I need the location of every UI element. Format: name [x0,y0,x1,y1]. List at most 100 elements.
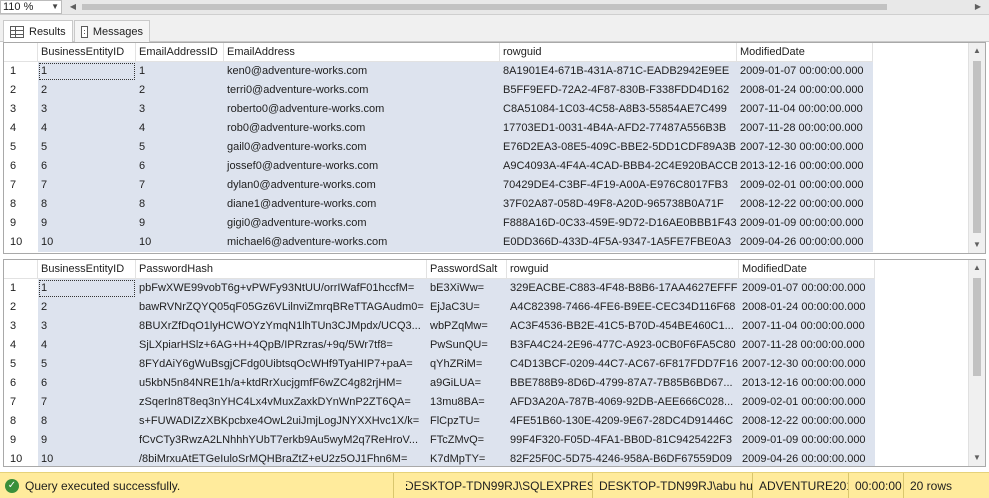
table-cell[interactable]: 5 [38,355,136,374]
table-cell[interactable]: C8A51084-1C03-4C58-A8B3-55854AE7C499 [500,100,737,119]
table-cell[interactable]: 10 [38,233,136,252]
table-cell[interactable]: /8biMrxuAtETGeIuloSrMQHBraZtZ+eU2z5OJ1Fh… [136,450,427,466]
table-row[interactable]: 3 3 3 roberto0@adventure-works.com C8A51084-… [4,100,873,119]
table-cell[interactable]: fCvCTy3RwzA2LNhhhYUbT7erkb9Au5wyM2q7ReHr… [136,431,427,450]
table-cell[interactable]: E0DD366D-433D-4F5A-9347-1A5FE7FBE0A3 [500,233,737,252]
table-cell[interactable]: 2009-02-01 00:00:00.000 [739,393,875,412]
table-cell[interactable]: 7 [136,176,224,195]
table-cell[interactable]: 8BUXrZfDqO1lyHCWOYzYmqN1lhTUn3CJMpdx/UCQ… [136,317,427,336]
tab-results[interactable]: Results [3,20,73,43]
table-cell[interactable]: BBE788B9-8D6D-4799-87A7-7B85B6BD67... [507,374,739,393]
table-cell[interactable]: 70429DE4-C3BF-4F19-A00A-E976C8017FB3 [500,176,737,195]
table-row[interactable]: 8 8 s+FUWADIZzXBKpcbxe4OwL2uiJmjLogJNYXXHv… [4,412,875,431]
table-cell[interactable]: 2009-01-07 00:00:00.000 [739,279,875,298]
table-cell[interactable]: 10 [136,233,224,252]
table-cell[interactable]: 8FYdAiY6gWuBsgjCFdg0UibtsqOcWHf9TyaHIP7+… [136,355,427,374]
scrollbar-thumb[interactable] [973,61,981,233]
results-grid-2[interactable]: BusinessEntityID PasswordHash PasswordSalt… [3,259,986,467]
row-number[interactable]: 3 [4,317,38,336]
table-cell[interactable]: 2 [38,81,136,100]
zoom-dropdown[interactable]: 110 % ▼ [0,0,62,14]
scroll-up-icon[interactable]: ▲ [969,260,985,276]
table-cell[interactable]: 2013-12-16 00:00:00.000 [739,374,875,393]
scrollbar-thumb[interactable] [973,278,981,376]
table-row[interactable]: 4 4 SjLXpiarHSlz+6AG+H+4QpB/IPRzras/+9q/5W… [4,336,875,355]
scroll-down-icon[interactable]: ▼ [969,450,985,466]
row-number[interactable]: 4 [4,336,38,355]
column-header[interactable]: PasswordHash [136,260,427,279]
table-cell[interactable]: 2007-12-30 00:00:00.000 [739,355,875,374]
table-cell[interactable]: 2007-11-04 00:00:00.000 [739,317,875,336]
table-cell[interactable]: 9 [136,214,224,233]
table-cell[interactable]: bE3XiWw= [427,279,507,298]
table-cell[interactable]: 2009-01-09 00:00:00.000 [737,214,873,233]
table-cell[interactable]: 6 [38,374,136,393]
table-row[interactable]: 9 9 9 gigi0@adventure-works.com F888A16D-0C3… [4,214,873,233]
row-number[interactable]: 8 [4,195,38,214]
column-header[interactable]: EmailAddressID [136,43,224,62]
row-number[interactable]: 5 [4,138,38,157]
table-row[interactable]: 8 8 8 diane1@adventure-works.com 37F02A87-05… [4,195,873,214]
table-cell[interactable]: 2008-12-22 00:00:00.000 [737,195,873,214]
scroll-down-icon[interactable]: ▼ [969,237,985,253]
table-cell[interactable]: 4 [38,119,136,138]
table-row[interactable]: 2 2 bawRVNrZQYQ05qF05Gz6VLilnviZmrqBReTTAG… [4,298,875,317]
table-cell[interactable]: 3 [38,100,136,119]
table-cell[interactable]: dylan0@adventure-works.com [224,176,500,195]
table-row[interactable]: 6 6 6 jossef0@adventure-works.com A9C4093A-4… [4,157,873,176]
table-cell[interactable]: 2008-01-24 00:00:00.000 [739,298,875,317]
table-row[interactable]: 4 4 4 rob0@adventure-works.com 17703ED1-0031… [4,119,873,138]
table-row[interactable]: 2 2 2 terri0@adventure-works.com B5FF9EFD-72… [4,81,873,100]
table-cell[interactable]: A9C4093A-4F4A-4CAD-BBB4-2C4E920BACCB [500,157,737,176]
table-cell[interactable]: 17703ED1-0031-4B4A-AFD2-77487A556B3B [500,119,737,138]
table-cell[interactable]: 6 [38,157,136,176]
table-cell[interactable]: 82F25F0C-5D75-4246-958A-B6DF67559D09 [507,450,739,466]
vertical-scrollbar[interactable]: ▲ ▼ [968,260,985,466]
scrollbar-thumb[interactable] [82,4,887,10]
table-cell[interactable]: SjLXpiarHSlz+6AG+H+4QpB/IPRzras/+9q/5Wr7… [136,336,427,355]
table-row[interactable]: 5 5 8FYdAiY6gWuBsgjCFdg0UibtsqOcWHf9TyaHIP… [4,355,875,374]
column-header[interactable]: PasswordSalt [427,260,507,279]
row-number[interactable]: 3 [4,100,38,119]
table-cell[interactable]: michael6@adventure-works.com [224,233,500,252]
table-row[interactable]: 6 6 u5kbN5n84NRE1h/a+ktdRrXucjgmfF6wZC4g82… [4,374,875,393]
table-cell[interactable]: 2009-01-09 00:00:00.000 [739,431,875,450]
table-row[interactable]: 9 9 fCvCTy3RwzA2LNhhhYUbT7erkb9Au5wyM2q7Re… [4,431,875,450]
scroll-left-icon[interactable]: ◀ [66,1,80,13]
tab-messages[interactable]: Messages [74,20,150,42]
row-number[interactable]: 1 [4,279,38,298]
row-number[interactable]: 10 [4,450,38,466]
table-cell[interactable]: 10 [38,450,136,466]
column-header[interactable]: ModifiedDate [737,43,873,62]
row-number[interactable]: 2 [4,81,38,100]
table-cell[interactable]: 1 [38,62,136,81]
table-cell[interactable]: jossef0@adventure-works.com [224,157,500,176]
table-cell[interactable]: 2013-12-16 00:00:00.000 [737,157,873,176]
table-cell[interactable]: 1 [38,279,136,298]
column-header[interactable]: BusinessEntityID [38,260,136,279]
table-row[interactable]: 10 10/8biMrxuAtETGeIuloSrMQHBraZtZ+eU2z5O… [4,450,875,466]
results-grid-1[interactable]: BusinessEntityID EmailAddressID EmailAddre… [3,42,986,254]
table-cell[interactable]: 2009-02-01 00:00:00.000 [737,176,873,195]
table-cell[interactable]: 8 [136,195,224,214]
table-cell[interactable]: rob0@adventure-works.com [224,119,500,138]
table-cell[interactable]: terri0@adventure-works.com [224,81,500,100]
table-cell[interactable]: 99F4F320-F05D-4FA1-BB0D-81C9425422F3 [507,431,739,450]
scroll-up-icon[interactable]: ▲ [969,43,985,59]
row-number[interactable]: 5 [4,355,38,374]
row-number[interactable]: 9 [4,431,38,450]
table-cell[interactable]: 8A1901E4-671B-431A-871C-EADB2942E9EE [500,62,737,81]
horizontal-scrollbar[interactable]: ◀ ▶ [66,1,987,13]
table-cell[interactable]: AFD3A20A-787B-4069-92DB-AEE666C028... [507,393,739,412]
table-cell[interactable]: EjJaC3U= [427,298,507,317]
table-cell[interactable]: bawRVNrZQYQ05qF05Gz6VLilnviZmrqBReTTAGAu… [136,298,427,317]
table-cell[interactable]: 2008-01-24 00:00:00.000 [737,81,873,100]
table-cell[interactable]: 8 [38,195,136,214]
grid-corner[interactable] [4,260,38,279]
table-cell[interactable]: gail0@adventure-works.com [224,138,500,157]
row-number[interactable]: 1 [4,62,38,81]
column-header[interactable]: rowguid [507,260,739,279]
table-cell[interactable]: 329EACBE-C883-4F48-B8B6-17AA4627EFFF [507,279,739,298]
table-cell[interactable]: K7dMpTY= [427,450,507,466]
table-cell[interactable]: 1 [136,62,224,81]
